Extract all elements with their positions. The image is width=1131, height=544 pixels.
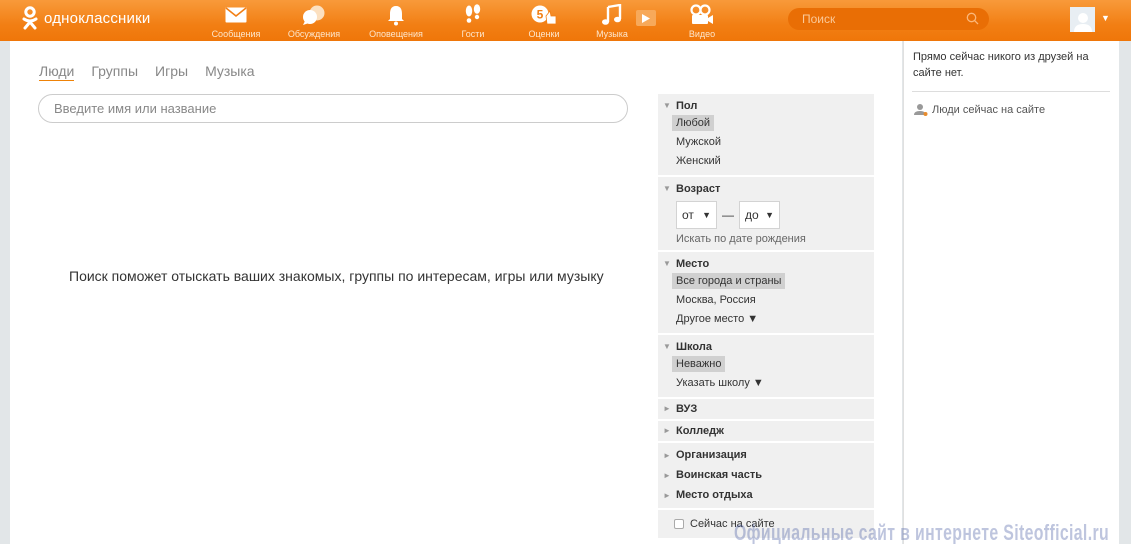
filter-age: ▼ Возраст от ▼ — до ▼ Искать по дате рожден… bbox=[658, 177, 874, 250]
nav-label: Гости bbox=[461, 29, 485, 39]
user-silhouette-icon bbox=[1073, 13, 1092, 32]
nav-guests[interactable]: Гости bbox=[438, 4, 508, 39]
header-search[interactable] bbox=[788, 8, 989, 30]
filter-school-header[interactable]: ▼ Школа bbox=[658, 339, 874, 354]
filter-place-header[interactable]: ▼ Место bbox=[658, 256, 874, 271]
age-dash: — bbox=[722, 208, 734, 222]
collapse-triangle-icon: ▼ bbox=[663, 184, 671, 193]
tab-games[interactable]: Игры bbox=[155, 63, 188, 81]
tab-people[interactable]: Люди bbox=[39, 63, 75, 81]
collapse-triangle-icon: ▼ bbox=[663, 101, 671, 110]
age-from-select[interactable]: от ▼ bbox=[676, 201, 717, 229]
nav-video[interactable]: Видео bbox=[667, 4, 737, 39]
expand-triangle-icon: ► bbox=[663, 490, 671, 500]
gender-option-female[interactable]: Женский bbox=[672, 153, 725, 169]
gender-option-male[interactable]: Мужской bbox=[672, 134, 725, 150]
nav-notifications[interactable]: Оповещения bbox=[361, 4, 431, 39]
filter-age-header[interactable]: ▼ Возраст bbox=[658, 181, 874, 196]
user-avatar[interactable] bbox=[1070, 7, 1095, 32]
filter-title: Место отдыха bbox=[676, 489, 753, 501]
top-bar: одноклассники Сообщения Обсуждения Опове… bbox=[0, 0, 1131, 41]
filter-school: ▼ Школа Неважно Указать школу ▼ bbox=[658, 335, 874, 397]
tab-groups[interactable]: Группы bbox=[91, 63, 138, 81]
header-search-input[interactable] bbox=[802, 11, 952, 27]
dropdown-caret-icon: ▼ bbox=[702, 210, 711, 220]
music-play-button[interactable] bbox=[636, 10, 656, 26]
filter-title: Колледж bbox=[676, 424, 724, 437]
search-tabs: Люди Группы Игры Музыка bbox=[39, 63, 272, 81]
age-from-value: от bbox=[682, 208, 694, 222]
nav-label: Оповещения bbox=[369, 29, 423, 39]
nav-label: Видео bbox=[688, 29, 716, 39]
expand-triangle-icon: ► bbox=[663, 450, 671, 460]
filter-organization[interactable]: ► Организация bbox=[658, 445, 874, 465]
footprints-icon bbox=[465, 4, 481, 23]
collapse-triangle-icon: ▼ bbox=[663, 342, 671, 351]
svg-text:5: 5 bbox=[537, 8, 544, 22]
chat-bubbles-icon bbox=[303, 5, 325, 25]
rating-icon: 5 bbox=[531, 5, 557, 25]
main-content: Люди Группы Игры Музыка Поиск поможет от… bbox=[10, 41, 902, 544]
people-search-input[interactable] bbox=[54, 101, 594, 116]
filter-title: ВУЗ bbox=[676, 402, 698, 415]
envelope-icon bbox=[225, 7, 247, 23]
place-option-moscow[interactable]: Москва, Россия bbox=[672, 292, 760, 308]
nav-messages[interactable]: Сообщения bbox=[201, 4, 271, 39]
expand-triangle-icon: ► bbox=[663, 426, 671, 435]
nav-label: Оценки bbox=[528, 29, 560, 39]
search-hint: Поиск поможет отыскать ваших знакомых, г… bbox=[69, 268, 604, 284]
gender-option-any[interactable]: Любой bbox=[672, 115, 715, 131]
filter-college[interactable]: ► Колледж bbox=[658, 421, 874, 441]
nav-label: Обсуждения bbox=[287, 29, 341, 39]
filter-title: Воинская часть bbox=[676, 469, 763, 481]
filter-title: Возраст bbox=[676, 182, 721, 195]
bell-icon bbox=[388, 5, 404, 25]
filter-place: ▼ Место Все города и страны Москва, Росси… bbox=[658, 252, 874, 333]
filter-university[interactable]: ► ВУЗ bbox=[658, 399, 874, 419]
filter-title: Место bbox=[676, 257, 710, 270]
logo[interactable]: одноклассники bbox=[22, 6, 150, 30]
filter-title: Школа bbox=[676, 340, 712, 353]
filter-group-other: ► Организация ► Воинская часть ► Место отды… bbox=[658, 443, 874, 508]
filter-title: Пол bbox=[676, 99, 698, 112]
expand-triangle-icon: ► bbox=[663, 470, 671, 480]
tab-music[interactable]: Музыка bbox=[205, 63, 255, 81]
filter-gender: ▼ Пол Любой Мужской Женский bbox=[658, 94, 874, 175]
expand-triangle-icon: ► bbox=[663, 404, 671, 413]
odnoklassniki-logo-icon bbox=[22, 6, 38, 30]
filter-gender-header[interactable]: ▼ Пол bbox=[658, 98, 874, 113]
search-by-birthdate-link[interactable]: Искать по дате рождения bbox=[676, 233, 874, 245]
collapse-triangle-icon: ▼ bbox=[663, 259, 671, 268]
music-note-icon bbox=[602, 4, 622, 25]
school-option-specify[interactable]: Указать школу ▼ bbox=[672, 375, 768, 391]
user-menu-caret-icon[interactable]: ▼ bbox=[1101, 13, 1110, 23]
search-icon[interactable] bbox=[966, 12, 979, 25]
nav-label: Музыка bbox=[596, 29, 628, 39]
nav-label: Сообщения bbox=[211, 29, 261, 39]
filter-vacation-place[interactable]: ► Место отдыха bbox=[658, 485, 874, 505]
divider bbox=[912, 91, 1110, 92]
person-online-icon bbox=[914, 104, 928, 116]
age-to-value: до bbox=[745, 208, 759, 222]
age-to-select[interactable]: до ▼ bbox=[739, 201, 780, 229]
logo-text: одноклассники bbox=[44, 9, 151, 27]
online-now-checkbox[interactable] bbox=[674, 519, 684, 529]
people-online-label: Люди сейчас на сайте bbox=[932, 103, 1046, 116]
place-option-all[interactable]: Все города и страны bbox=[672, 273, 786, 289]
people-online-link[interactable]: Люди сейчас на сайте bbox=[914, 103, 1045, 116]
search-filters: ▼ Пол Любой Мужской Женский ▼ Возраст от ▼ … bbox=[658, 94, 874, 538]
place-option-other[interactable]: Другое место ▼ bbox=[672, 311, 762, 327]
dropdown-caret-icon: ▼ bbox=[765, 210, 774, 220]
filter-military-unit[interactable]: ► Воинская часть bbox=[658, 465, 874, 485]
right-sidebar: Прямо сейчас никого из друзей на сайте н… bbox=[903, 41, 1119, 544]
watermark: Официальные сайт в интернете Siteofficia… bbox=[734, 520, 1110, 544]
video-camera-icon bbox=[690, 4, 713, 24]
school-option-any[interactable]: Неважно bbox=[672, 356, 726, 372]
nav-discussions[interactable]: Обсуждения bbox=[279, 4, 349, 39]
nav-ratings[interactable]: 5 Оценки bbox=[509, 4, 579, 39]
friends-online-message: Прямо сейчас никого из друзей на сайте н… bbox=[913, 51, 1089, 79]
people-search-field[interactable] bbox=[38, 94, 628, 123]
play-icon bbox=[642, 13, 650, 23]
filter-title: Организация bbox=[676, 449, 747, 461]
